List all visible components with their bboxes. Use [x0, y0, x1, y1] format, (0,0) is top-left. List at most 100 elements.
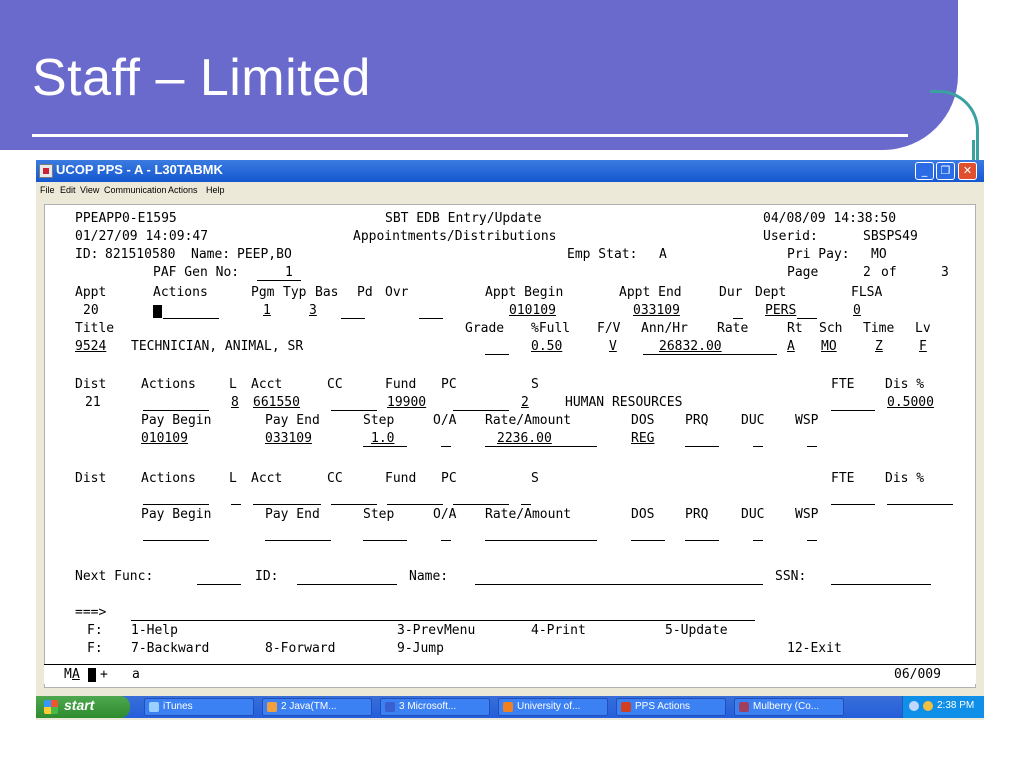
- dist2-l-field[interactable]: [231, 504, 241, 505]
- taskbar-item-java[interactable]: 2 Java(TM...: [262, 698, 372, 716]
- pay-oa-field[interactable]: [441, 446, 451, 447]
- pay-prq-field[interactable]: [685, 446, 719, 447]
- sch-field[interactable]: MO: [821, 339, 837, 355]
- dist2-actions-field[interactable]: [143, 504, 209, 505]
- appt-flsa-field[interactable]: 0: [853, 303, 861, 319]
- dist2-pc-field[interactable]: [453, 504, 509, 505]
- network-icon[interactable]: [909, 701, 919, 711]
- fkey-help[interactable]: 1-Help: [131, 623, 178, 639]
- pay-begin-field[interactable]: 010109: [141, 431, 188, 447]
- dist-l-field[interactable]: 8: [231, 395, 239, 411]
- title-code-field[interactable]: 9524: [75, 339, 106, 355]
- fkey-jump[interactable]: 9-Jump: [397, 641, 444, 657]
- clock[interactable]: 2:38 PM: [937, 700, 974, 711]
- appt-dur-field[interactable]: [733, 318, 743, 319]
- pay-duc-field[interactable]: [753, 446, 763, 447]
- pay2-prq-field[interactable]: [685, 540, 719, 541]
- dist-cc-field[interactable]: [331, 410, 377, 411]
- next-func-field[interactable]: [197, 584, 241, 585]
- appt-bas-field[interactable]: [341, 318, 365, 319]
- appt-end-field[interactable]: 033109: [633, 303, 680, 319]
- dist-pct-field[interactable]: 0.5000: [887, 395, 934, 411]
- menu-file[interactable]: File: [40, 185, 55, 195]
- rate-field-line[interactable]: [643, 354, 777, 355]
- grade-field[interactable]: [485, 354, 509, 355]
- pay-end-field[interactable]: 033109: [265, 431, 312, 447]
- menu-view[interactable]: View: [80, 185, 99, 195]
- menu-actions[interactable]: Actions: [168, 185, 198, 195]
- terminal-screen[interactable]: PPEAPP0-E1595 SBT EDB Entry/Update 04/08…: [44, 204, 976, 688]
- dist-pc-field[interactable]: [453, 410, 509, 411]
- lv-field[interactable]: F: [919, 339, 927, 355]
- volume-icon[interactable]: [923, 701, 933, 711]
- dist-fte-field[interactable]: [831, 410, 875, 411]
- pay2-duc-field[interactable]: [753, 540, 763, 541]
- pay2-rate-field[interactable]: [485, 540, 597, 541]
- taskbar-item-university[interactable]: University of...: [498, 698, 608, 716]
- dist2-fte-field[interactable]: [831, 504, 875, 505]
- dist-acct-field[interactable]: 661550: [253, 395, 300, 411]
- pay2-begin-field[interactable]: [143, 540, 209, 541]
- appt-dept-field[interactable]: PERS: [765, 303, 796, 319]
- appt-ovr-field[interactable]: [419, 318, 443, 319]
- maximize-icon[interactable]: ❐: [936, 162, 955, 180]
- next-ssn-field[interactable]: [831, 584, 931, 585]
- paf-gen-field[interactable]: [257, 280, 301, 281]
- title-name: TECHNICIAN, ANIMAL, SR: [131, 339, 304, 354]
- minimize-icon[interactable]: _: [915, 162, 934, 180]
- appt-actions-field[interactable]: [163, 318, 219, 319]
- pct-full-field[interactable]: 0.50: [531, 339, 562, 355]
- fkey-prevmenu[interactable]: 3-PrevMenu: [397, 623, 475, 639]
- dist2-s-field[interactable]: [521, 504, 531, 505]
- fkey-print[interactable]: 4-Print: [531, 623, 586, 639]
- appt-dept-field-pad[interactable]: [797, 318, 817, 319]
- start-button[interactable]: start: [36, 696, 130, 718]
- appt-col-dur: Dur: [719, 285, 743, 300]
- pay-dos-field[interactable]: REG: [631, 431, 654, 447]
- pay-rate-field[interactable]: 2236.00: [497, 431, 552, 447]
- pay2-end-field[interactable]: [265, 540, 331, 541]
- menu-help[interactable]: Help: [206, 185, 225, 195]
- taskbar-item-itunes[interactable]: iTunes: [144, 698, 254, 716]
- dist-actions-field[interactable]: [143, 410, 209, 411]
- fkey-forward[interactable]: 8-Forward: [265, 641, 335, 657]
- title-col-lv: Lv: [915, 321, 931, 336]
- app-icon[interactable]: [39, 164, 53, 178]
- fkey-exit[interactable]: 12-Exit: [787, 641, 842, 657]
- pay2-oa-field[interactable]: [441, 540, 451, 541]
- dist-fund-field[interactable]: 19900: [387, 395, 426, 411]
- appt-begin-field[interactable]: 010109: [509, 303, 556, 319]
- command-input[interactable]: [131, 620, 755, 621]
- dist2-fund-field[interactable]: [387, 504, 443, 505]
- dist2-pct-field[interactable]: [887, 504, 953, 505]
- appt-typ-field[interactable]: 3: [309, 303, 317, 319]
- dist2-acct-field[interactable]: [253, 504, 321, 505]
- next-name-field[interactable]: [475, 584, 763, 585]
- pay2-dos-field[interactable]: [631, 540, 665, 541]
- fkey-update[interactable]: 5-Update: [665, 623, 728, 639]
- close-icon[interactable]: ✕: [958, 162, 977, 180]
- fv-field[interactable]: V: [609, 339, 617, 355]
- window-titlebar[interactable]: UCOP PPS - A - L30TABMK _ ❐ ✕: [36, 160, 984, 182]
- pay-col-dos: DOS: [631, 413, 655, 428]
- next-id-field[interactable]: [297, 584, 397, 585]
- rate-field[interactable]: 26832.00: [659, 339, 722, 355]
- paf-gen-value[interactable]: 1: [285, 265, 293, 281]
- pay2-wsp-field[interactable]: [807, 540, 817, 541]
- pay-wsp-field[interactable]: [807, 446, 817, 447]
- fkey-backward[interactable]: 7-Backward: [131, 641, 209, 657]
- pay-step-field-line[interactable]: [363, 446, 407, 447]
- pay2-step-field[interactable]: [363, 540, 407, 541]
- rt-field[interactable]: A: [787, 339, 795, 355]
- dist2-cc-field[interactable]: [331, 504, 377, 505]
- dist-s-field[interactable]: 2: [521, 395, 529, 411]
- appt-pgm-field[interactable]: 1: [263, 303, 271, 319]
- menu-edit[interactable]: Edit: [60, 185, 76, 195]
- taskbar-item-mulberry[interactable]: Mulberry (Co...: [734, 698, 844, 716]
- menu-communication[interactable]: Communication: [104, 185, 167, 195]
- pay-rate-field-line[interactable]: [485, 446, 597, 447]
- taskbar-item-microsoft[interactable]: 3 Microsoft...: [380, 698, 490, 716]
- time-field[interactable]: Z: [875, 339, 883, 355]
- pay-step-field[interactable]: 1.0: [371, 431, 394, 447]
- taskbar-item-pps-actions[interactable]: PPS Actions: [616, 698, 726, 716]
